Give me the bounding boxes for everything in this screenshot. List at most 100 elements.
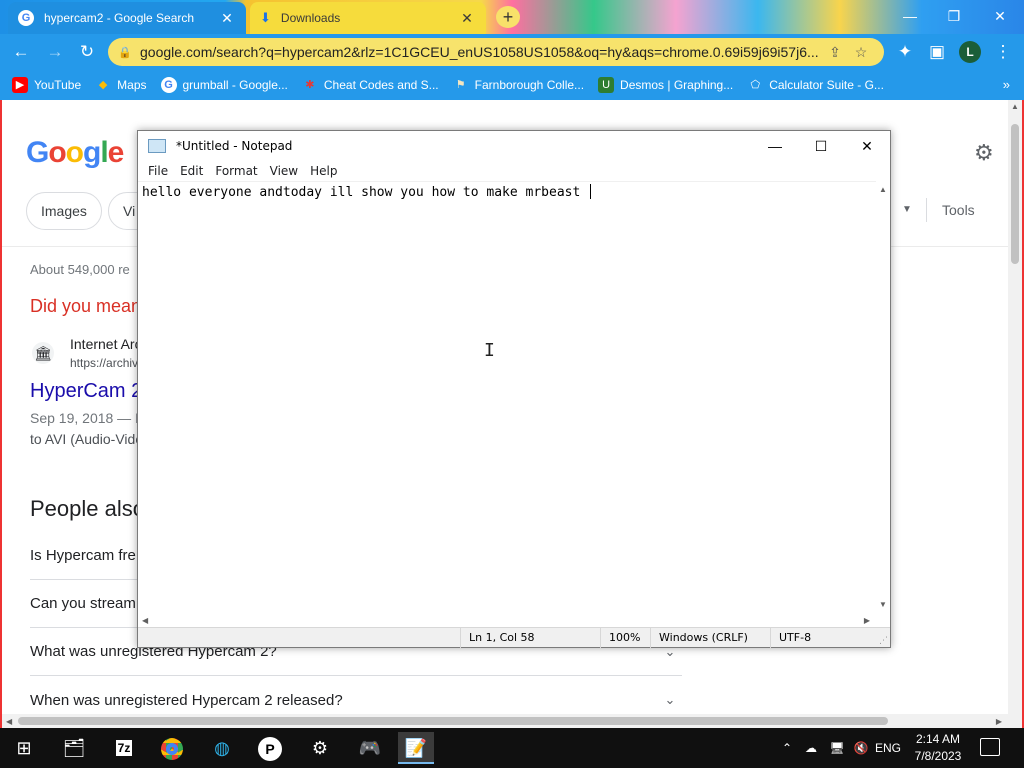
page-vertical-scrollbar[interactable]: ▲	[1008, 100, 1022, 714]
result-title-link[interactable]: HyperCam 2	[30, 380, 142, 403]
tab-close-icon[interactable]: ✕	[458, 10, 476, 27]
scroll-up-arrow-icon[interactable]: ▲	[879, 185, 887, 194]
lock-icon[interactable]: 🔒	[118, 46, 140, 59]
picsart-icon[interactable]: P	[252, 732, 288, 764]
menu-view[interactable]: View	[264, 164, 304, 178]
forward-arrow-icon[interactable]: →	[44, 41, 66, 63]
clock-date: 7/8/2023	[914, 749, 962, 763]
address-bar-url[interactable]: google.com/search?q=hypercam2&rlz=1C1GCE…	[140, 44, 822, 60]
notepad-maximize-button[interactable]: ☐	[798, 138, 844, 155]
status-zoom: 100%	[600, 628, 650, 648]
chrome-tab-strip: G hypercam2 - Google Search ✕ ⬇ Download…	[0, 0, 1024, 34]
share-icon[interactable]: ⇪	[822, 44, 848, 61]
page-horizontal-scrollbar[interactable]: ◀ ▶	[2, 714, 1022, 728]
system-clock[interactable]: 2:14 AM 7/8/2023	[900, 731, 976, 765]
network-icon[interactable]: 🖥	[826, 728, 848, 768]
menu-edit[interactable]: Edit	[174, 164, 209, 178]
scrollbar-thumb[interactable]	[1011, 124, 1019, 264]
bookmark-grumball[interactable]: G grumball - Google...	[160, 77, 288, 93]
chrome-minimize-button[interactable]: —	[888, 6, 932, 26]
notification-center-icon[interactable]	[980, 738, 1000, 756]
scroll-right-arrow-icon[interactable]: ▶	[996, 717, 1002, 726]
bookmark-farnborough[interactable]: ⚑ Farnborough Colle...	[453, 77, 584, 93]
google-favicon-icon: G	[160, 77, 177, 93]
settings-gear-icon[interactable]: ⚙	[302, 732, 338, 764]
result-site-name[interactable]: Internet Arc	[70, 336, 142, 352]
notepad-horizontal-scrollbar[interactable]: ◀ ▶	[138, 613, 876, 627]
reload-icon[interactable]: ↻	[76, 41, 98, 63]
tab-label: hypercam2 - Google Search	[44, 11, 195, 25]
chevron-down-icon[interactable]: ▼	[902, 204, 912, 215]
notepad-window[interactable]: *Untitled - Notepad — ☐ ✕ File Edit Form…	[137, 130, 891, 648]
7zip-icon[interactable]: 7z	[106, 732, 142, 764]
menu-format[interactable]: Format	[209, 164, 263, 178]
bookmark-label: grumball - Google...	[182, 78, 288, 92]
show-hidden-icons-icon[interactable]: ⌃	[778, 728, 796, 768]
bookmark-cheat-codes[interactable]: ✱ Cheat Codes and S...	[302, 77, 439, 93]
result-site-url[interactable]: https://archiv	[70, 356, 138, 370]
did-you-mean: Did you mean	[30, 296, 142, 316]
bookmark-star-icon[interactable]: ☆	[848, 44, 874, 61]
gear-icon[interactable]: ⚙	[974, 140, 994, 166]
notepad-taskbar-icon[interactable]: 📝	[398, 732, 434, 764]
google-logo[interactable]: Google	[26, 136, 125, 170]
side-panel-icon[interactable]: ▣	[926, 41, 948, 63]
scroll-left-arrow-icon[interactable]: ◀	[142, 616, 148, 625]
ibeam-cursor-icon: I	[484, 340, 495, 361]
bookmarks-bar: ▶ YouTube ◆ Maps G grumball - Google... …	[0, 70, 1024, 100]
scroll-up-arrow-icon[interactable]: ▲	[1011, 102, 1019, 111]
notepad-title: *Untitled - Notepad	[176, 139, 293, 153]
notepad-text-area[interactable]: hello everyone andtoday ill show you how…	[138, 181, 876, 613]
bookmark-maps[interactable]: ◆ Maps	[95, 77, 147, 93]
new-tab-button[interactable]: +	[496, 6, 520, 28]
extensions-puzzle-icon[interactable]: ✦	[894, 41, 916, 63]
back-arrow-icon[interactable]: ←	[10, 41, 32, 63]
bookmark-calculator-suite[interactable]: ⬠ Calculator Suite - G...	[747, 77, 884, 93]
notepad-vertical-scrollbar[interactable]: ▲ ▼	[876, 181, 890, 613]
edge-icon[interactable]: ◍	[204, 732, 240, 764]
youtube-icon: ▶	[12, 77, 28, 93]
bookmark-youtube[interactable]: ▶ YouTube	[12, 77, 81, 93]
game-app-icon[interactable]: 🎮	[352, 732, 388, 764]
notepad-text-content[interactable]: hello everyone andtoday ill show you how…	[142, 184, 592, 200]
scroll-left-arrow-icon[interactable]: ◀	[6, 717, 12, 726]
desmos-icon: U	[598, 77, 615, 93]
bookmark-desmos[interactable]: U Desmos | Graphing...	[598, 77, 733, 93]
notepad-statusbar: Ln 1, Col 58 100% Windows (CRLF) UTF-8 ⋰	[138, 627, 890, 648]
chrome-icon[interactable]	[154, 732, 190, 764]
tab-google-search[interactable]: G hypercam2 - Google Search ✕	[8, 2, 246, 34]
tab-close-icon[interactable]: ✕	[218, 10, 236, 27]
chrome-close-button[interactable]: ✕	[978, 6, 1022, 26]
bookmarks-overflow-icon[interactable]: »	[1003, 77, 1010, 92]
menu-file[interactable]: File	[142, 164, 174, 178]
profile-avatar[interactable]: L	[959, 41, 981, 63]
windows-start-icon[interactable]: ⊞	[6, 732, 42, 764]
chrome-menu-icon[interactable]: ⋮	[992, 41, 1014, 63]
notepad-titlebar[interactable]: *Untitled - Notepad — ☐ ✕	[138, 131, 890, 161]
notepad-close-button[interactable]: ✕	[844, 138, 890, 155]
divider	[926, 198, 927, 222]
file-manager-icon[interactable]: 🗂	[56, 732, 92, 764]
notepad-minimize-button[interactable]: —	[752, 138, 798, 154]
logo-letter: e	[107, 136, 125, 169]
chrome-maximize-button[interactable]: ❐	[932, 6, 976, 26]
text-caret	[590, 184, 592, 199]
filter-chip-images[interactable]: Images	[26, 192, 102, 230]
scroll-down-arrow-icon[interactable]: ▼	[879, 600, 887, 609]
notepad-menubar: File Edit Format View Help	[138, 161, 890, 181]
bookmark-label: YouTube	[34, 78, 82, 92]
scrollbar-thumb[interactable]	[18, 717, 888, 725]
chevron-down-icon[interactable]: ⌄	[658, 692, 682, 708]
onedrive-cloud-icon[interactable]: ☁	[800, 728, 822, 768]
paa-question: When was unregistered Hypercam 2 release…	[30, 691, 343, 709]
maps-pin-icon: ◆	[98, 79, 108, 91]
resize-grip-icon[interactable]: ⋰	[879, 636, 888, 646]
bookmark-label: Cheat Codes and S...	[323, 78, 439, 92]
tools-button[interactable]: Tools	[942, 202, 975, 218]
address-bar[interactable]: 🔒 google.com/search?q=hypercam2&rlz=1C1G…	[108, 38, 884, 66]
logo-letter: g	[83, 136, 101, 169]
menu-help[interactable]: Help	[304, 164, 343, 178]
tab-downloads[interactable]: ⬇ Downloads ✕	[250, 2, 486, 34]
scroll-right-arrow-icon[interactable]: ▶	[864, 616, 870, 625]
volume-muted-icon[interactable]: 🔇	[850, 728, 872, 768]
